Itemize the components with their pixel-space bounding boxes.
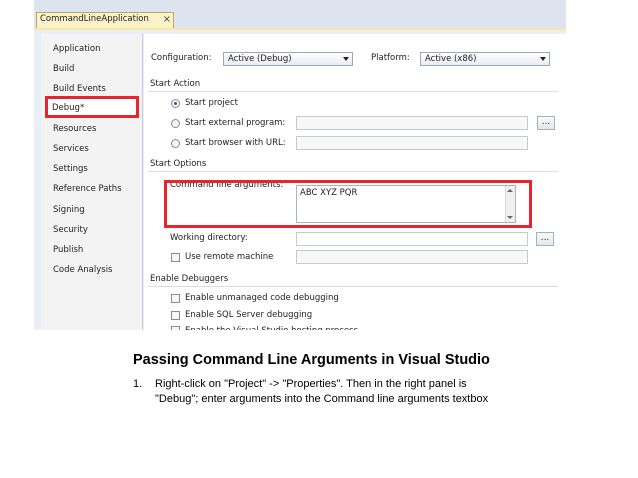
start-external-radio[interactable] <box>171 119 180 128</box>
hosting-process-checkbox[interactable] <box>171 326 180 330</box>
remote-machine-field[interactable] <box>296 250 528 264</box>
browse-working-dir-button[interactable]: ... <box>536 232 554 246</box>
unmanaged-debugging-checkbox[interactable] <box>171 294 180 303</box>
sidebar-item-resources[interactable]: Resources <box>53 121 96 137</box>
start-browser-radio[interactable] <box>171 139 180 148</box>
working-directory-label: Working directory: <box>170 233 248 243</box>
section-divider <box>148 286 558 287</box>
sidebar-item-signing[interactable]: Signing <box>53 202 85 218</box>
chevron-down-icon <box>540 57 546 61</box>
use-remote-checkbox[interactable] <box>171 253 180 262</box>
working-directory-field[interactable] <box>296 232 528 246</box>
close-icon[interactable]: × <box>163 14 171 25</box>
start-action-heading: Start Action <box>150 79 201 89</box>
sidebar-item-application[interactable]: Application <box>53 41 101 57</box>
browser-url-field[interactable] <box>296 136 528 150</box>
section-divider <box>148 171 558 172</box>
external-program-field[interactable] <box>296 116 528 130</box>
start-external-label: Start external program: <box>185 118 286 128</box>
configuration-dropdown[interactable]: Active (Debug) <box>223 52 353 66</box>
sidebar-item-build-events[interactable]: Build Events <box>53 81 106 97</box>
slide-title: Passing Command Line Arguments in Visual… <box>133 352 490 368</box>
platform-value: Active (x86) <box>425 54 477 64</box>
properties-sidebar: Application Build Build Events Debug* Re… <box>41 34 143 330</box>
sidebar-item-security[interactable]: Security <box>53 222 88 238</box>
chevron-down-icon <box>343 57 349 61</box>
section-divider <box>148 91 558 92</box>
step-number: 1. <box>133 378 143 390</box>
vs-properties-screenshot: CommandLineApplication × Application Bui… <box>34 0 566 330</box>
platform-dropdown[interactable]: Active (x86) <box>420 52 550 66</box>
hosting-process-label: Enable the Visual Studio hosting process <box>185 326 358 330</box>
sql-debugging-checkbox[interactable] <box>171 311 180 320</box>
sidebar-item-debug[interactable]: Debug* <box>45 96 139 118</box>
sidebar-item-code-analysis[interactable]: Code Analysis <box>53 262 112 278</box>
sidebar-item-settings[interactable]: Settings <box>53 161 88 177</box>
highlight-box <box>164 180 532 228</box>
document-tab-title: CommandLineApplication <box>40 14 149 24</box>
browse-external-button[interactable]: ... <box>537 116 555 130</box>
start-project-radio[interactable] <box>171 99 180 108</box>
use-remote-label: Use remote machine <box>185 252 274 262</box>
start-options-heading: Start Options <box>150 159 207 169</box>
enable-debuggers-heading: Enable Debuggers <box>150 274 229 284</box>
tab-underline <box>34 28 566 30</box>
sidebar-item-services[interactable]: Services <box>53 141 89 157</box>
document-tab-strip: CommandLineApplication × <box>34 0 566 28</box>
configuration-value: Active (Debug) <box>228 54 292 64</box>
step-text: Right-click on "Project" -> "Properties"… <box>155 378 489 405</box>
platform-label: Platform: <box>371 53 410 63</box>
sidebar-item-debug-label: Debug* <box>52 103 85 113</box>
start-browser-label: Start browser with URL: <box>185 138 286 148</box>
document-tab[interactable]: CommandLineApplication × <box>36 12 174 28</box>
configuration-label: Configuration: <box>151 53 212 63</box>
sidebar-item-build[interactable]: Build <box>53 61 74 77</box>
sidebar-item-publish[interactable]: Publish <box>53 242 83 258</box>
sql-debugging-label: Enable SQL Server debugging <box>185 310 313 320</box>
debug-settings-panel: Configuration: Active (Debug) Platform: … <box>144 34 566 330</box>
sidebar-item-reference-paths[interactable]: Reference Paths <box>53 181 122 197</box>
start-project-label: Start project <box>185 98 238 108</box>
unmanaged-debugging-label: Enable unmanaged code debugging <box>185 293 339 303</box>
